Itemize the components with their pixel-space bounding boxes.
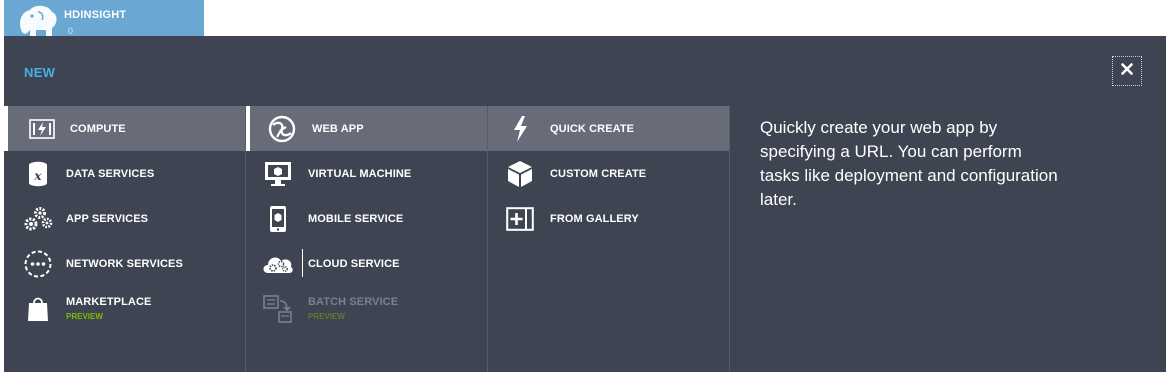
tile-count: 0 [68,26,74,36]
mobile-service-icon [262,203,294,235]
close-icon [1121,62,1133,80]
divider [302,249,303,277]
description-pane: Quickly create your web app by specifyin… [730,106,1166,372]
option-label: CUSTOM CREATE [550,167,647,180]
service-label: CLOUD SERVICE [308,257,400,270]
close-button[interactable] [1112,56,1142,86]
option-description: Quickly create your web app by specifyin… [760,118,1058,209]
marketplace-icon [22,293,54,325]
virtual-machine-icon [262,158,294,190]
cloud-service-icon [262,248,294,280]
elephant-icon [14,2,60,36]
option-label: FROM GALLERY [550,212,639,225]
service-web-app[interactable]: WEB APP [246,106,487,151]
service-label: VIRTUAL MACHINE [308,167,412,180]
category-app-services[interactable]: APP SERVICES [4,196,245,241]
category-marketplace[interactable]: MARKETPLACE PREVIEW [4,286,245,331]
service-label: BATCH SERVICE [308,296,399,308]
category-label: MARKETPLACE [66,296,152,308]
option-from-gallery[interactable]: FROM GALLERY [488,196,729,241]
option-column: QUICK CREATE CUSTOM CREATE FROM GALLERY [488,106,730,372]
compute-icon [26,113,58,145]
service-label: WEB APP [312,122,364,135]
preview-badge: PREVIEW [66,312,103,321]
category-network-services[interactable]: NETWORK SERVICES [4,241,245,286]
app-services-icon [22,203,54,235]
lightning-icon [504,113,536,145]
new-panel: NEW COMPUTE x DATA SERVICES APP SERVICES… [4,36,1166,372]
service-cloud-service[interactable]: CLOUD SERVICE [246,241,487,286]
batch-service-icon [262,293,294,325]
category-data-services[interactable]: x DATA SERVICES [4,151,245,196]
web-app-icon [266,113,298,145]
service-virtual-machine[interactable]: VIRTUAL MACHINE [246,151,487,196]
gallery-plus-icon [504,203,536,235]
box-icon [504,158,536,190]
tile-title: HDINSIGHT [64,9,127,21]
network-services-icon [22,248,54,280]
option-label: QUICK CREATE [550,122,635,135]
option-quick-create[interactable]: QUICK CREATE [488,106,729,151]
panel-title: NEW [24,65,56,80]
service-mobile-service[interactable]: MOBILE SERVICE [246,196,487,241]
svg-text:x: x [33,169,42,183]
service-batch-service: BATCH SERVICE PREVIEW [246,286,487,331]
service-label: MOBILE SERVICE [308,212,404,225]
service-column: WEB APP VIRTUAL MACHINE MOBILE SERVICE C… [246,106,488,372]
category-compute[interactable]: COMPUTE [4,106,245,151]
category-column: COMPUTE x DATA SERVICES APP SERVICES NET… [4,106,246,372]
category-label: DATA SERVICES [66,167,155,180]
category-label: APP SERVICES [66,212,149,225]
data-services-icon: x [22,158,54,190]
category-label: COMPUTE [70,122,126,135]
hdinsight-tile[interactable]: HDINSIGHT 0 [4,0,204,36]
option-custom-create[interactable]: CUSTOM CREATE [488,151,729,196]
category-label: NETWORK SERVICES [66,257,183,270]
preview-badge: PREVIEW [308,312,345,321]
